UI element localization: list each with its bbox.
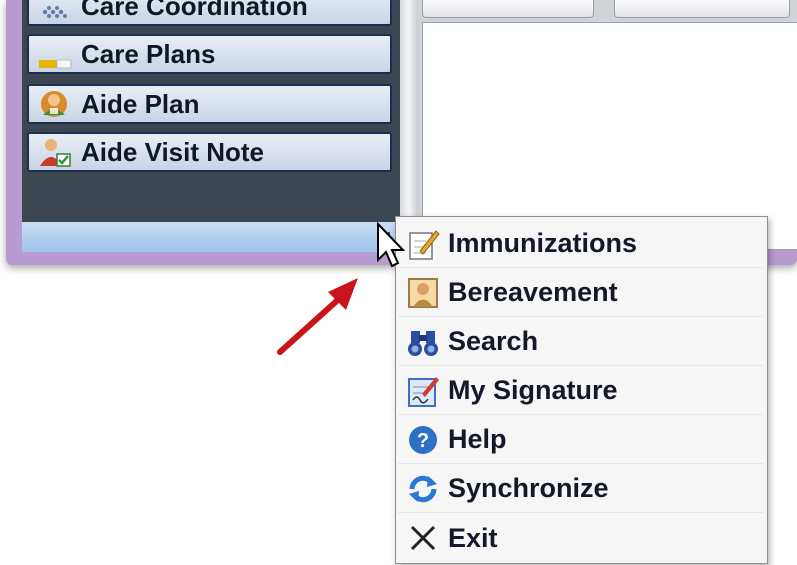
content-area	[418, 0, 797, 250]
nav-item-aide-plan[interactable]: Aide Plan	[27, 84, 392, 124]
sync-arrows-icon	[406, 472, 440, 506]
toolbar-button[interactable]	[614, 0, 790, 18]
toolbar-button[interactable]	[422, 0, 594, 18]
nav-item-label: Aide Visit Note	[81, 136, 265, 167]
nav-item-care-coordination[interactable]: Care Coordination	[27, 0, 392, 26]
person-check-icon	[37, 136, 73, 168]
context-menu: Immunizations Bereavement Search My Sign…	[395, 216, 768, 564]
nav-item-aide-visit-note[interactable]: Aide Visit Note	[27, 132, 392, 172]
binoculars-icon	[406, 325, 440, 359]
snowflake-icon	[37, 0, 73, 22]
menu-item-label: Search	[448, 326, 539, 356]
mouse-pointer-icon	[377, 222, 405, 268]
nav-item-label: Aide Plan	[81, 88, 200, 119]
menu-item-label: Bereavement	[448, 277, 618, 307]
navigation-panel: Care Coordination Care Plans Aide Plan A…	[22, 0, 401, 222]
menu-item-label: Synchronize	[448, 473, 609, 503]
svg-text:?: ?	[417, 430, 429, 452]
portrait-icon	[406, 276, 440, 310]
nav-item-care-plans[interactable]: Care Plans	[27, 34, 392, 74]
menu-item-search[interactable]: Search	[398, 318, 764, 366]
menu-item-my-signature[interactable]: My Signature	[398, 367, 764, 415]
menu-item-label: My Signature	[448, 375, 618, 405]
help-circle-icon: ?	[406, 423, 440, 457]
notepad-pencil-icon	[406, 227, 440, 261]
menu-item-label: Help	[448, 424, 507, 454]
annotation-arrow-icon	[277, 278, 358, 355]
aide-person-icon	[37, 88, 73, 120]
menu-item-bereavement[interactable]: Bereavement	[398, 269, 764, 317]
menu-item-label: Immunizations	[448, 228, 638, 258]
menu-item-synchronize[interactable]: Synchronize	[398, 465, 764, 513]
signature-pad-icon	[406, 374, 440, 408]
menu-item-help[interactable]: ? Help	[398, 416, 764, 464]
close-x-icon	[406, 521, 440, 555]
panel-splitter[interactable]	[400, 0, 418, 252]
nav-item-label: Care Coordination	[81, 0, 308, 21]
nav-item-label: Care Plans	[81, 38, 216, 69]
menu-item-exit[interactable]: Exit	[398, 514, 764, 562]
navigation-footer-bar	[22, 222, 400, 252]
folder-icon	[37, 38, 73, 70]
menu-item-label: Exit	[448, 522, 498, 553]
menu-item-immunizations[interactable]: Immunizations	[398, 220, 764, 268]
